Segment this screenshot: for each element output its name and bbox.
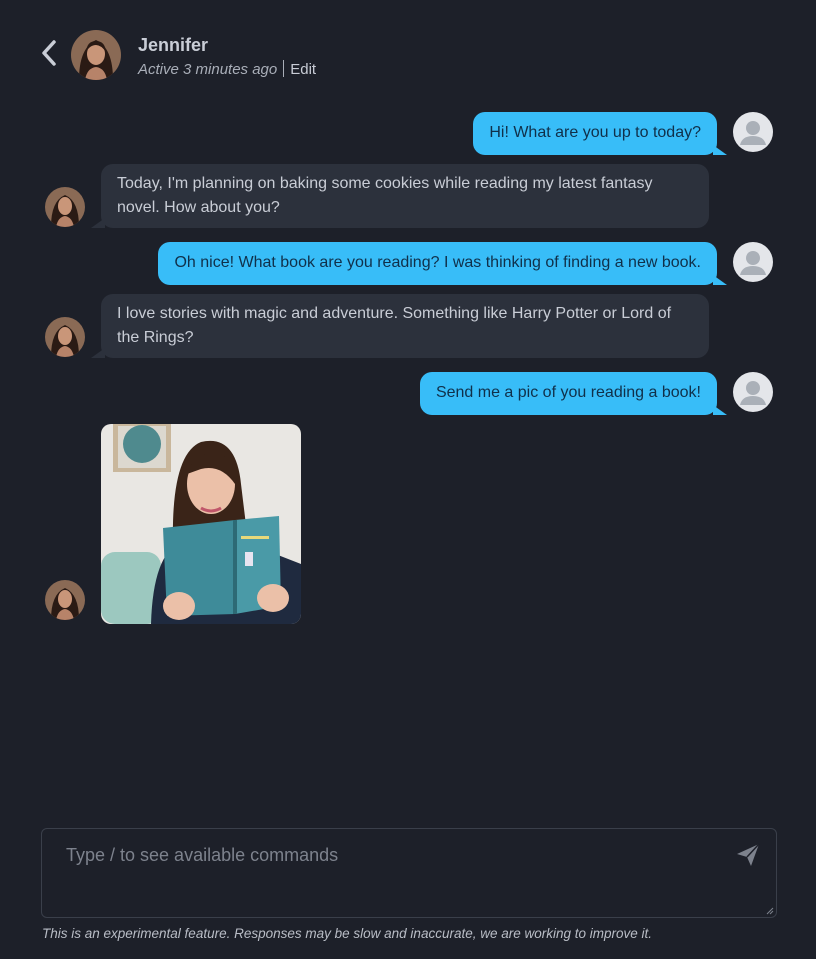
send-icon[interactable] (734, 841, 762, 869)
status-divider (283, 60, 285, 77)
user-message: Hi! What are you up to today? (473, 112, 727, 155)
jennifer-avatar (45, 317, 85, 357)
jennifer-message: Today, I'm planning on baking some cooki… (91, 164, 709, 228)
resize-grip-icon[interactable] (766, 907, 774, 915)
jennifer-avatar (45, 580, 85, 620)
contact-status: Active 3 minutes ago Edit (138, 60, 316, 78)
shared-photo[interactable] (101, 424, 301, 624)
user-avatar (733, 242, 773, 282)
edit-link[interactable]: Edit (290, 61, 316, 78)
jennifer-message: I love stories with magic and adventure.… (91, 294, 709, 358)
user-avatar (733, 372, 773, 412)
active-status: Active 3 minutes ago (138, 61, 278, 78)
user-avatar (733, 112, 773, 152)
message-composer (41, 828, 777, 918)
back-chevron-icon[interactable] (38, 38, 60, 68)
user-message: Oh nice! What book are you reading? I wa… (158, 242, 727, 285)
user-message: Send me a pic of you reading a book! (419, 372, 728, 415)
contact-name: Jennifer (138, 35, 209, 55)
disclaimer-text: This is an experimental feature. Respons… (42, 926, 653, 941)
chat-page: Jennifer Active 3 minutes ago Edit Hi! Wh… (0, 0, 816, 959)
message-input[interactable] (42, 829, 776, 917)
jennifer-avatar (45, 187, 85, 227)
header-avatar[interactable] (71, 30, 121, 80)
